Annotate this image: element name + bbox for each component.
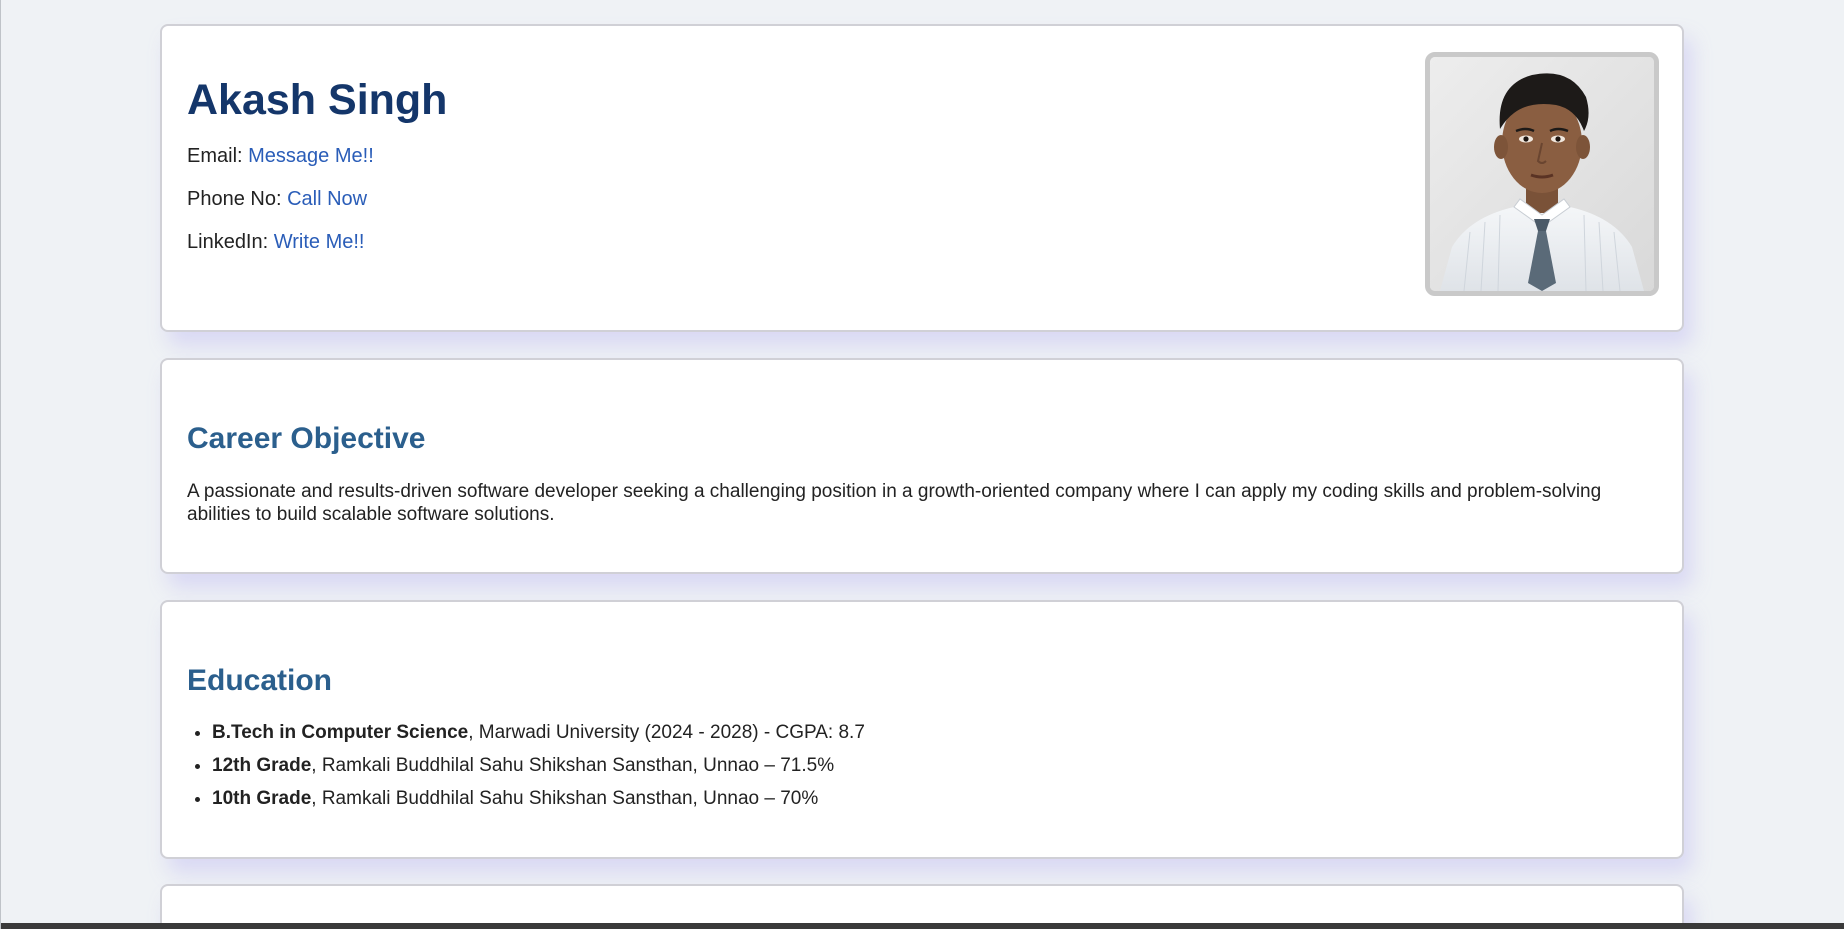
phone-link[interactable]: Call Now	[287, 188, 367, 210]
education-item: B.Tech in Computer Science, Marwadi Univ…	[212, 721, 865, 754]
education-detail: , Ramkali Buddhilal Sahu Shikshan Sansth…	[311, 755, 835, 776]
linkedin-label: LinkedIn:	[187, 231, 269, 253]
email-link[interactable]: Message Me!!	[248, 145, 374, 167]
linkedin-link[interactable]: Write Me!!	[274, 231, 365, 253]
career-objective-title: Career Objective	[187, 422, 426, 455]
contact-phone: Phone No: Call Now	[187, 188, 367, 211]
education-detail: , Ramkali Buddhilal Sahu Shikshan Sansth…	[311, 788, 819, 809]
education-item: 10th Grade, Ramkali Buddhilal Sahu Shiks…	[212, 787, 865, 820]
education-degree: 10th Grade	[212, 788, 312, 809]
education-card: Education B.Tech in Computer Science, Ma…	[160, 600, 1684, 859]
header-card: Akash Singh Email: Message Me!! Phone No…	[160, 24, 1684, 332]
page-viewport: Akash Singh Email: Message Me!! Phone No…	[0, 0, 1844, 929]
window-bottom-edge	[1, 923, 1844, 929]
career-objective-text: A passionate and results-driven software…	[187, 481, 1602, 525]
email-label: Email:	[187, 145, 243, 167]
education-item: 12th Grade, Ramkali Buddhilal Sahu Shiks…	[212, 754, 865, 787]
education-list: B.Tech in Computer Science, Marwadi Univ…	[187, 721, 865, 820]
contact-email: Email: Message Me!!	[187, 145, 374, 168]
career-objective-card: Career Objective A passionate and result…	[160, 358, 1684, 574]
education-degree: B.Tech in Computer Science	[212, 722, 469, 743]
education-detail: , Marwadi University (2024 - 2028) - CGP…	[468, 722, 865, 743]
profile-photo	[1425, 52, 1659, 296]
person-name: Akash Singh	[187, 76, 448, 124]
education-degree: 12th Grade	[212, 755, 312, 776]
phone-label: Phone No:	[187, 188, 282, 210]
education-title: Education	[187, 664, 333, 697]
contact-linkedin: LinkedIn: Write Me!!	[187, 231, 365, 254]
profile-photo-image	[1430, 57, 1654, 291]
